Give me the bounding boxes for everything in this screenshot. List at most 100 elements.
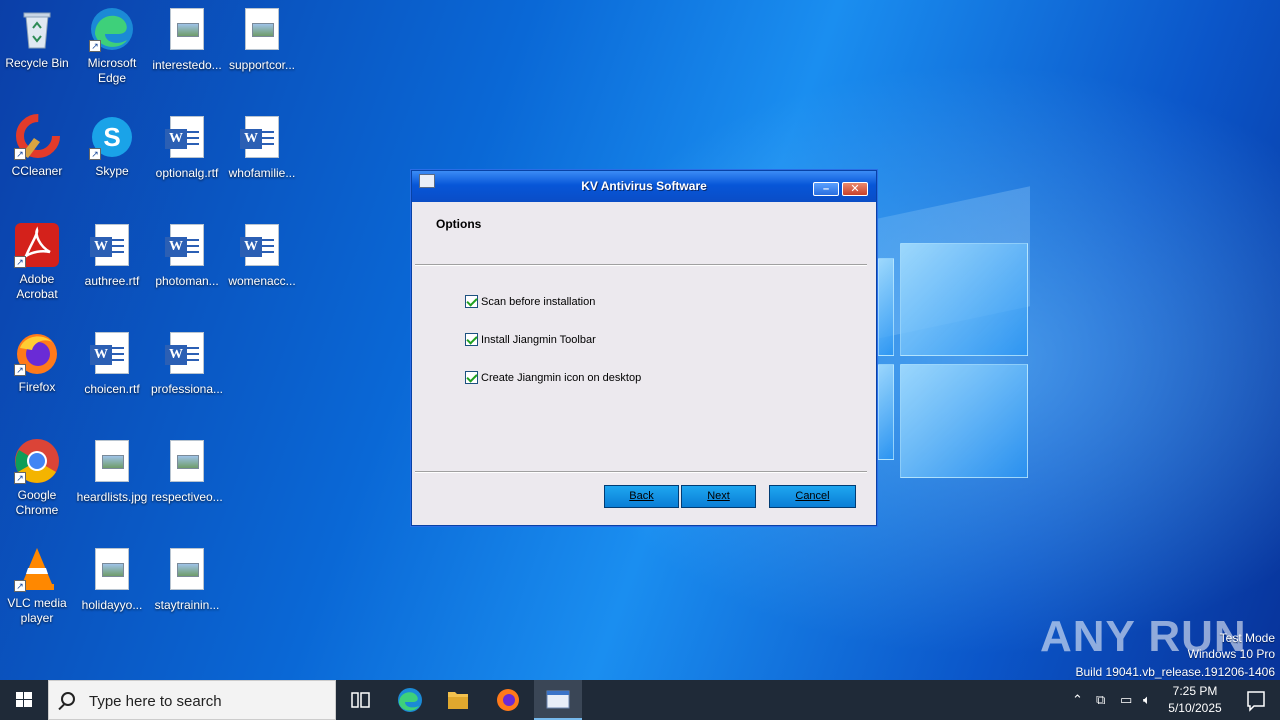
desktop-icon-file[interactable]: W choicen.rtf — [75, 330, 149, 397]
dialog-titlebar[interactable]: KV Antivirus Software – ✕ — [412, 171, 876, 202]
desktop-icon-firefox[interactable]: ↗ Firefox — [0, 330, 74, 395]
checkbox-label: Create Jiangmin icon on desktop — [481, 371, 642, 384]
checkbox-label: Scan before installation — [481, 295, 596, 308]
ccleaner-icon: ↗ — [14, 114, 60, 160]
checkbox-checked-icon[interactable] — [465, 371, 478, 384]
shortcut-arrow-icon: ↗ — [14, 364, 26, 376]
search-icon — [61, 692, 75, 706]
taskbar: Type here to search ⌃ ⧉ ▭ 🔈︎ 7:25 PM 5/1… — [0, 680, 1280, 720]
image-file-icon — [164, 440, 210, 486]
desktop-icon-file[interactable]: W authree.rtf — [75, 222, 149, 289]
checkbox-checked-icon[interactable] — [465, 333, 478, 346]
acrobat-icon: ↗ — [14, 222, 60, 268]
desktop-icon-google-chrome[interactable]: ↗ Google Chrome — [0, 438, 74, 518]
taskbar-file-explorer-button[interactable] — [434, 680, 482, 720]
installer-dialog: KV Antivirus Software – ✕ Options Scan b… — [411, 170, 877, 526]
task-view-button[interactable] — [336, 680, 384, 720]
show-hidden-icons-chevron[interactable]: ⌃ — [1072, 692, 1083, 708]
taskbar-clock[interactable]: 7:25 PM 5/10/2025 — [1164, 683, 1226, 717]
desktop-icon-file[interactable]: W photoman... — [150, 222, 224, 289]
desktop-icon-ccleaner[interactable]: ↗ CCleaner — [0, 114, 74, 179]
desktop-icon-label: respectiveo... — [151, 490, 223, 504]
cancel-button[interactable]: Cancel — [769, 485, 856, 508]
shortcut-arrow-icon: ↗ — [14, 472, 26, 484]
tray-device-icon[interactable]: ⧉ — [1096, 692, 1105, 708]
desktop-icon-label: interestedo... — [152, 58, 222, 72]
taskbar-installer-button[interactable] — [534, 680, 582, 720]
options-heading: Options — [436, 217, 482, 231]
network-icon[interactable]: ▭ — [1120, 692, 1132, 708]
desktop-icon-label: heardlists.jpg — [76, 490, 148, 504]
desktop-icon-file[interactable]: W whofamilie... — [225, 114, 299, 181]
desktop-icon-label: choicen.rtf — [84, 382, 140, 396]
desktop-icon-file[interactable]: holidayyo... — [75, 546, 149, 613]
desktop-icon-vlc[interactable]: ↗ VLC media player — [0, 546, 74, 626]
image-file-icon — [239, 8, 285, 54]
dialog-title: KV Antivirus Software — [581, 179, 707, 193]
desktop-icon-recycle-bin[interactable]: Recycle Bin — [0, 6, 74, 71]
checkbox-create-desktop-icon[interactable]: Create Jiangmin icon on desktop — [465, 371, 641, 384]
back-button[interactable]: Back — [604, 485, 679, 508]
svg-text:S: S — [103, 122, 120, 152]
firefox-icon — [497, 689, 519, 711]
checkbox-scan-before-install[interactable]: Scan before installation — [465, 295, 595, 308]
desktop-icon-adobe-acrobat[interactable]: ↗ Adobe Acrobat — [0, 222, 74, 302]
desktop-icon-file[interactable]: respectiveo... — [150, 438, 224, 505]
checkbox-install-toolbar[interactable]: Install Jiangmin Toolbar — [465, 333, 596, 346]
desktop-icon-file[interactable]: W optionalg.rtf — [150, 114, 224, 181]
search-placeholder: Type here to search — [89, 693, 222, 710]
wallpaper-logo-pane — [878, 364, 894, 460]
close-button[interactable]: ✕ — [842, 182, 868, 196]
watermark-edition: Windows 10 Pro — [1187, 647, 1275, 661]
desktop-icon-label: VLC media player — [7, 596, 67, 625]
desktop-icon-file[interactable]: W womenacc... — [225, 222, 299, 289]
start-button[interactable] — [0, 680, 48, 720]
desktop-icon-label: Microsoft Edge — [87, 56, 137, 85]
shortcut-arrow-icon: ↗ — [14, 256, 26, 268]
vlc-icon: ↗ — [14, 546, 60, 592]
volume-icon[interactable]: 🔈︎ — [1143, 692, 1151, 708]
taskbar-edge-button[interactable] — [386, 680, 434, 720]
minimize-button[interactable]: – — [813, 182, 839, 196]
desktop-icon-file[interactable]: W professiona... — [150, 330, 224, 397]
image-file-icon — [89, 440, 135, 486]
clock-date: 5/10/2025 — [1168, 701, 1222, 715]
taskbar-search-box[interactable]: Type here to search — [48, 680, 336, 720]
installer-app-icon — [546, 690, 570, 709]
shortcut-arrow-icon: ↗ — [14, 580, 26, 592]
shortcut-arrow-icon: ↗ — [89, 148, 101, 160]
desktop-icon-label: whofamilie... — [228, 166, 296, 180]
skype-icon: S ↗ — [89, 114, 135, 160]
desktop-icon-label: optionalg.rtf — [155, 166, 219, 180]
folder-icon — [448, 692, 468, 709]
action-center-button[interactable] — [1232, 680, 1280, 720]
desktop-icon-microsoft-edge[interactable]: ↗ Microsoft Edge — [75, 6, 149, 86]
desktop-icon-label: Firefox — [18, 380, 56, 394]
desktop-icon-file[interactable]: staytrainin... — [150, 546, 224, 613]
checkbox-label: Install Jiangmin Toolbar — [481, 333, 596, 346]
taskbar-firefox-button[interactable] — [484, 680, 532, 720]
wallpaper-logo-pane — [900, 364, 1028, 478]
watermark-test-mode: Test Mode — [1219, 631, 1275, 645]
word-file-icon: W — [239, 116, 285, 162]
wallpaper-logo-pane — [900, 243, 1028, 356]
task-view-icon — [351, 692, 370, 708]
desktop-icon-file[interactable]: interestedo... — [150, 6, 224, 73]
word-file-icon: W — [89, 332, 135, 378]
chrome-icon: ↗ — [14, 438, 60, 484]
next-button-label: Next — [707, 490, 730, 502]
edge-icon: ↗ — [89, 6, 135, 52]
desktop-icon-label: holidayyo... — [81, 598, 143, 612]
desktop-icon-label: supportcor... — [228, 58, 296, 72]
word-file-icon: W — [89, 224, 135, 270]
desktop-icon-file[interactable]: heardlists.jpg — [75, 438, 149, 505]
notification-icon — [1247, 691, 1265, 712]
desktop-icon-file[interactable]: supportcor... — [225, 6, 299, 73]
next-button[interactable]: Next — [681, 485, 756, 508]
watermark-build: Build 19041.vb_release.191206-1406 — [1075, 665, 1276, 679]
shortcut-arrow-icon: ↗ — [14, 148, 26, 160]
word-file-icon: W — [164, 224, 210, 270]
desktop-icon-skype[interactable]: S ↗ Skype — [75, 114, 149, 179]
checkbox-checked-icon[interactable] — [465, 295, 478, 308]
separator — [415, 264, 867, 266]
